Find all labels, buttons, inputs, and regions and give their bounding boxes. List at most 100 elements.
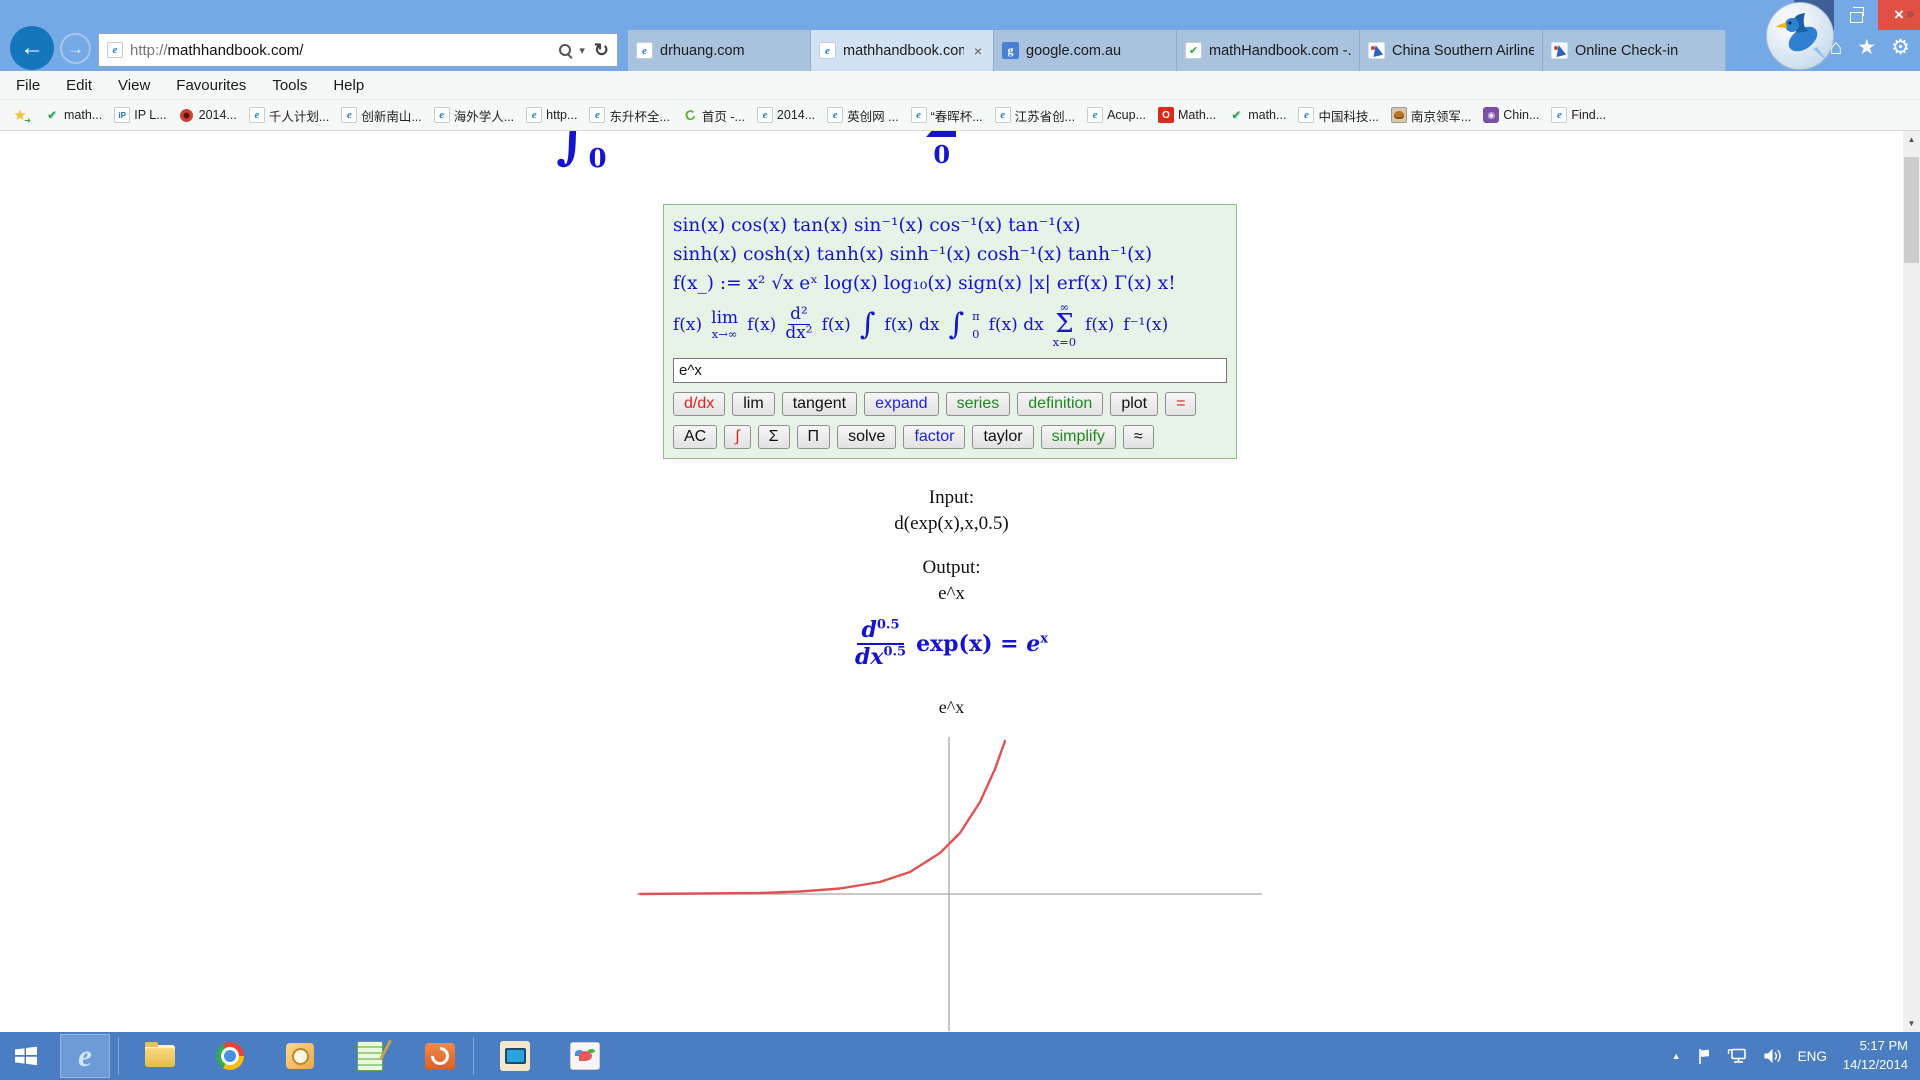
math-action-button[interactable]: Σ — [758, 425, 790, 449]
scroll-up-icon[interactable]: ▲ — [1903, 131, 1920, 148]
favorite-item[interactable]: 2014... — [173, 103, 243, 127]
address-bar[interactable]: http://mathhandbook.com/ ▾ ↻ — [98, 33, 618, 67]
back-button[interactable]: ← — [10, 26, 54, 70]
math-action-button[interactable]: tangent — [782, 392, 857, 416]
math-action-button[interactable]: = — [1165, 392, 1196, 416]
taskbar-item[interactable] — [60, 1034, 110, 1078]
favorite-item[interactable]: 2014... — [751, 103, 821, 127]
favorite-item[interactable] — [6, 103, 38, 127]
tab-close-icon[interactable]: × — [971, 44, 985, 58]
browser-tab[interactable]: mathhandbook.com × — [811, 30, 994, 71]
taskbar-item[interactable] — [345, 1034, 395, 1078]
math-action-button[interactable]: factor — [903, 425, 965, 449]
url-text[interactable]: http://mathhandbook.com/ — [130, 42, 552, 59]
quick-actions: ⌂ ★ ⚙ — [1830, 37, 1910, 58]
favorite-label: IP L... — [134, 108, 166, 122]
favorite-item[interactable]: IP L... — [108, 103, 172, 127]
function-row[interactable]: f(x_) := x² √x eˣ log(x) log₁₀(x) sign(x… — [673, 269, 1227, 298]
math-action-button[interactable]: d/dx — [673, 392, 725, 416]
taskbar-item[interactable] — [135, 1034, 185, 1078]
trig-row[interactable]: sin(x) cos(x) tan(x) sin⁻¹(x) cos⁻¹(x) t… — [673, 211, 1227, 240]
hidden-icons-chevron-icon[interactable]: ▲ — [1672, 1051, 1681, 1061]
vertical-scrollbar[interactable]: ▲ ▼ — [1903, 131, 1920, 1032]
menu-item[interactable]: Edit — [66, 77, 92, 94]
restore-button[interactable] — [1836, 0, 1876, 30]
tab-favicon-icon — [1551, 42, 1568, 59]
favorite-item[interactable]: math... — [1222, 103, 1292, 127]
taskbar-item[interactable] — [275, 1034, 325, 1078]
address-dropdown-icon[interactable]: ▾ — [579, 44, 585, 57]
menu-item[interactable]: Favourites — [176, 77, 246, 94]
taskbar-separator — [118, 1037, 119, 1075]
math-action-button[interactable]: definition — [1017, 392, 1103, 416]
tab-favicon-icon — [819, 42, 836, 59]
favorite-item[interactable]: math... — [38, 103, 108, 127]
forward-button[interactable]: → — [60, 33, 91, 64]
taskbar-item[interactable] — [415, 1034, 465, 1078]
favorite-item[interactable]: 千人计划... — [243, 103, 335, 127]
favorite-item[interactable]: http... — [520, 103, 583, 127]
browser-tab[interactable]: China Southern Airline... × — [1360, 30, 1543, 71]
browser-tab[interactable]: drhuang.com × — [628, 30, 811, 71]
action-center-flag-icon[interactable] — [1697, 1048, 1711, 1065]
favorites-overflow-chevron-icon[interactable]: » — [1906, 5, 1914, 21]
scrollbar-thumb[interactable] — [1904, 157, 1919, 263]
menu-item[interactable]: View — [118, 77, 150, 94]
browser-tab[interactable]: mathHandbook.com -... × — [1177, 30, 1360, 71]
refresh-icon[interactable]: ↻ — [594, 40, 609, 61]
taskbar-pinned-group — [60, 1034, 110, 1078]
math-action-button[interactable]: AC — [673, 425, 717, 449]
tab-favicon-icon — [636, 42, 653, 59]
settings-gear-icon[interactable]: ⚙ — [1891, 37, 1910, 58]
start-button[interactable] — [0, 1032, 52, 1080]
math-action-button[interactable]: series — [946, 392, 1011, 416]
taskbar-item[interactable] — [205, 1034, 255, 1078]
browser-tab[interactable]: Online Check-in × — [1543, 30, 1726, 71]
search-icon[interactable] — [559, 44, 572, 57]
integral-term: ∫ — [860, 311, 876, 338]
math-action-button[interactable]: Π — [797, 425, 831, 449]
definite-integral-term: ∫ — [948, 311, 964, 338]
math-action-button[interactable]: plot — [1110, 392, 1158, 416]
tab-label: mathHandbook.com -... — [1209, 43, 1351, 59]
tab-favicon-icon — [1002, 42, 1019, 59]
math-action-button[interactable]: ≈ — [1123, 425, 1154, 449]
favorite-label: Math... — [1178, 108, 1216, 122]
menu-item[interactable]: Help — [333, 77, 364, 94]
favorite-item[interactable]: 海外学人... — [428, 103, 520, 127]
favorite-item[interactable]: 首页 -... — [676, 103, 751, 127]
math-action-button[interactable]: expand — [864, 392, 939, 416]
time-text: 5:17 PM — [1843, 1037, 1908, 1056]
math-action-button[interactable]: simplify — [1041, 425, 1116, 449]
favorite-item[interactable]: Chin... — [1477, 103, 1545, 127]
menu-item[interactable]: File — [16, 77, 40, 94]
home-icon[interactable]: ⌂ — [1830, 37, 1843, 58]
favorite-item[interactable]: Acup... — [1081, 103, 1152, 127]
math-action-button[interactable]: solve — [837, 425, 896, 449]
favorite-item[interactable]: 江苏省创... — [989, 103, 1081, 127]
network-icon[interactable] — [1727, 1048, 1747, 1064]
favorite-item[interactable]: 中国科技... — [1292, 103, 1384, 127]
favorite-item[interactable]: 南京领军... — [1385, 103, 1477, 127]
math-action-button[interactable]: lim — [732, 392, 774, 416]
math-action-button[interactable]: taylor — [972, 425, 1033, 449]
browser-tab[interactable]: google.com.au × — [994, 30, 1177, 71]
taskbar-item[interactable] — [490, 1034, 540, 1078]
favorite-item[interactable]: 东升杯全... — [583, 103, 675, 127]
menu-item[interactable]: Tools — [272, 77, 307, 94]
hyperbolic-row[interactable]: sinh(x) cosh(x) tanh(x) sinh⁻¹(x) cosh⁻¹… — [673, 240, 1227, 269]
favorite-item[interactable]: Find... — [1545, 103, 1612, 127]
math-action-button[interactable]: ∫ — [724, 425, 750, 449]
favorite-item[interactable]: Math... — [1152, 103, 1222, 127]
favorite-item[interactable]: 创新南山... — [335, 103, 427, 127]
favorite-item[interactable]: “春晖杯... — [905, 103, 989, 127]
language-indicator[interactable]: ENG — [1798, 1049, 1827, 1064]
scroll-down-icon[interactable]: ▼ — [1903, 1015, 1920, 1032]
expression-input[interactable] — [673, 358, 1227, 383]
favorites-star-icon[interactable]: ★ — [1857, 37, 1876, 58]
volume-icon[interactable] — [1763, 1048, 1782, 1064]
favorite-item[interactable]: 英创网 ... — [821, 103, 904, 127]
clock[interactable]: 5:17 PM 14/12/2014 — [1843, 1037, 1908, 1075]
taskbar-item[interactable] — [560, 1034, 610, 1078]
calculus-row[interactable]: f(x) limx→∞ f(x) d²dx² f(x) ∫ f(x) dx ∫ … — [673, 301, 1227, 349]
